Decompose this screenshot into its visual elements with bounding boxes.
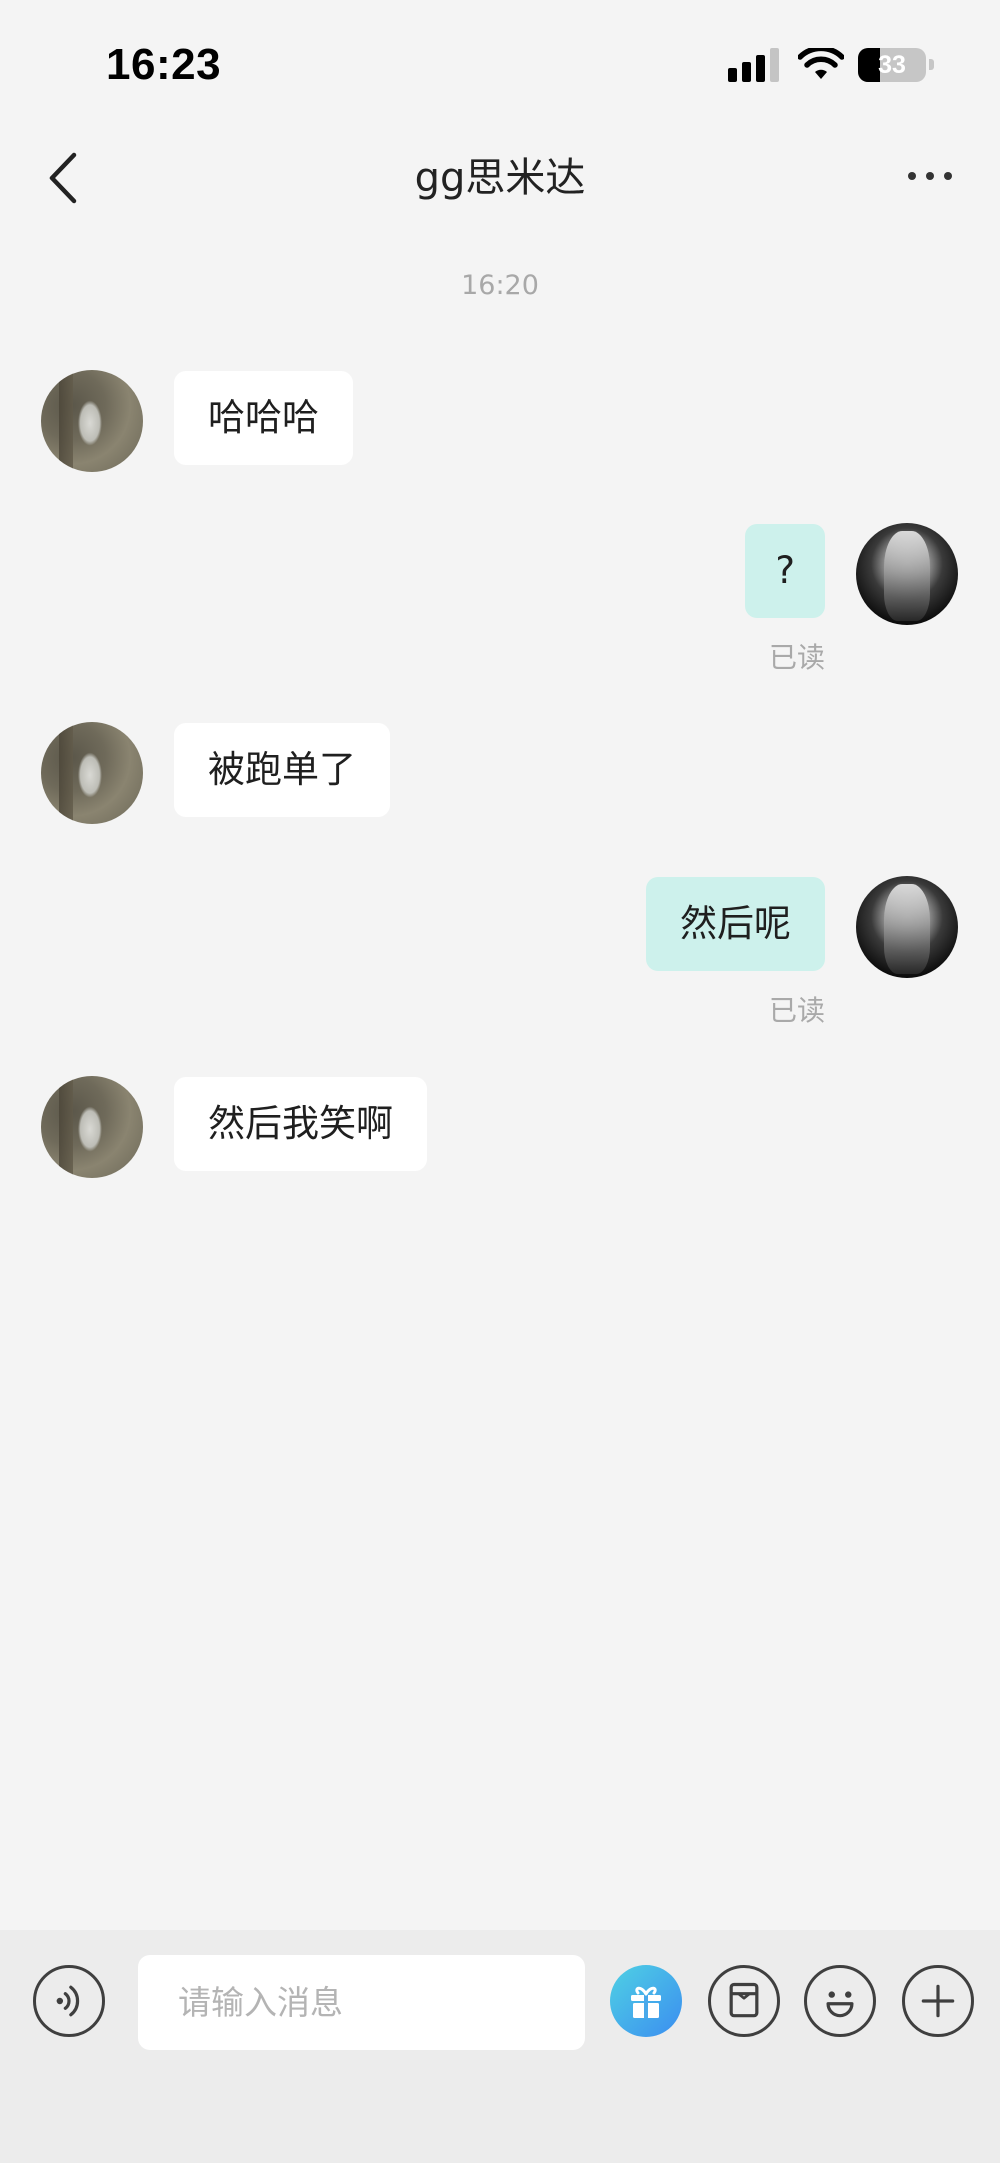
chat-screen: 16:23 33 gg思米达 16:20 哈哈哈 ? 已读 被跑单了 然后呢 已… bbox=[0, 0, 1000, 2163]
signal-icon bbox=[728, 46, 780, 82]
more-options-button[interactable] bbox=[902, 1965, 974, 2037]
emoji-icon bbox=[826, 1991, 854, 2018]
chat-title: gg思米达 bbox=[414, 155, 586, 201]
more-dots-icon bbox=[908, 172, 916, 180]
contact-avatar[interactable] bbox=[41, 1076, 143, 1178]
wifi-icon bbox=[798, 48, 844, 82]
my-avatar[interactable] bbox=[856, 523, 958, 625]
voice-button[interactable] bbox=[33, 1965, 105, 2037]
back-arrow-icon bbox=[49, 152, 77, 204]
voice-icon bbox=[56, 1985, 80, 2017]
battery-level: 33 bbox=[878, 51, 906, 79]
contact-avatar[interactable] bbox=[41, 722, 143, 824]
gift-icon bbox=[631, 1986, 661, 2018]
red-packet-icon bbox=[729, 1982, 759, 2018]
read-receipt: 已读 bbox=[768, 641, 825, 674]
battery-cap bbox=[929, 59, 934, 70]
status-time: 16:23 bbox=[106, 40, 222, 89]
incoming-message[interactable]: 被跑单了 bbox=[174, 723, 390, 817]
read-receipt: 已读 bbox=[768, 994, 825, 1027]
outgoing-message[interactable]: ? bbox=[745, 524, 825, 618]
my-avatar[interactable] bbox=[856, 876, 958, 978]
more-button[interactable] bbox=[900, 160, 960, 190]
incoming-message[interactable]: 哈哈哈 bbox=[174, 371, 353, 465]
gift-button[interactable] bbox=[610, 1965, 682, 2037]
incoming-message[interactable]: 然后我笑啊 bbox=[174, 1077, 427, 1171]
input-bar bbox=[0, 1930, 1000, 2163]
red-packet-button[interactable] bbox=[708, 1965, 780, 2037]
back-button[interactable] bbox=[40, 145, 90, 211]
outgoing-message[interactable]: 然后呢 bbox=[646, 877, 825, 971]
status-icons: 33 bbox=[728, 46, 938, 86]
plus-icon bbox=[921, 1984, 955, 2018]
emoji-button[interactable] bbox=[804, 1965, 876, 2037]
battery-icon: 33 bbox=[858, 48, 926, 82]
message-input[interactable] bbox=[138, 1955, 585, 2050]
message-timestamp: 16:20 bbox=[461, 270, 539, 301]
contact-avatar[interactable] bbox=[41, 370, 143, 472]
